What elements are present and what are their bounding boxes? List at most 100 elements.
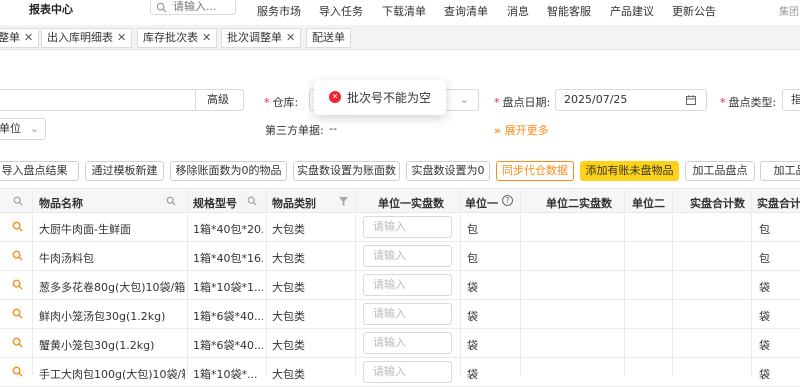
unit1-actual-input[interactable]: 请输入	[363, 361, 452, 383]
col-spec: 规格型号	[193, 197, 237, 210]
date-picker[interactable]: 2025/07/25	[555, 89, 707, 111]
search-icon[interactable]	[13, 196, 23, 206]
item-spec: 1箱*40包*16...	[193, 252, 263, 265]
date-value: 2025/07/25	[564, 93, 628, 106]
search-icon[interactable]	[12, 250, 23, 261]
search-icon[interactable]	[12, 308, 23, 319]
col-actual-total-unit: 实盘合计	[757, 197, 800, 210]
search-icon[interactable]	[247, 196, 257, 206]
unit-select-value: 单位	[0, 122, 21, 135]
tab-label: 整单	[0, 31, 20, 44]
third-party-value: --	[329, 122, 337, 135]
col-actual-total: 实盘合计数	[690, 197, 745, 210]
col-item-name: 物品名称	[39, 197, 83, 210]
top-bar: 报表中心 服务市场 导入任务 下载清单 查询清单 消息 智能客服 产品建议 更新…	[0, 0, 800, 22]
col-category: 物品类别	[272, 197, 316, 210]
item-unit1: 袋	[467, 339, 478, 352]
tab-delivery[interactable]: 配送单	[306, 28, 351, 48]
import-check-result-button[interactable]: 导入盘点结果	[0, 161, 79, 181]
item-total-unit: 袋	[759, 310, 770, 323]
divider	[195, 89, 196, 111]
unit1-actual-input[interactable]: 请输入	[363, 332, 452, 354]
item-name: 蟹黄小笼包30g(1.2kg)	[39, 339, 155, 352]
tab-stock-batch[interactable]: 库存批次表 ✕	[137, 28, 218, 48]
item-unit1: 袋	[467, 310, 478, 323]
tab-inout-detail[interactable]: 出入库明细表 ✕	[41, 28, 133, 48]
search-icon[interactable]	[12, 221, 23, 232]
item-category: 大包类	[272, 339, 305, 352]
filter-icon[interactable]	[339, 197, 348, 206]
item-unit1: 包	[467, 223, 478, 236]
keyword-field[interactable]: 高级	[0, 89, 244, 111]
item-total-unit: 包	[759, 252, 770, 265]
expand-more-link[interactable]: » 展开更多	[494, 122, 549, 138]
table-row[interactable]: 葱多多花卷80g(大包)10袋/箱 1箱*10袋*1... 大包类 请输入 袋 袋	[0, 271, 800, 300]
tab-batch-adjust[interactable]: 批次调整单 ✕	[221, 28, 302, 48]
unit-select[interactable]: 单位 ⌄	[0, 118, 46, 140]
nav-smart-service[interactable]: 智能客服	[547, 3, 591, 19]
nav-download-list[interactable]: 下载清单	[382, 3, 426, 19]
item-category: 大包类	[272, 368, 305, 381]
search-icon[interactable]	[12, 279, 23, 290]
table-row[interactable]: 蟹黄小笼包30g(1.2kg) 1箱*6袋*40... 大包类 请输入 袋 袋	[0, 329, 800, 358]
item-name: 牛肉汤料包	[39, 252, 94, 265]
nav-product-suggestion[interactable]: 产品建议	[610, 3, 654, 19]
item-spec: 1箱*6袋*40...	[193, 339, 263, 352]
unit1-actual-input[interactable]: 请输入	[363, 216, 452, 238]
tab-label: 库存批次表	[143, 31, 198, 44]
processed-goods-button[interactable]: 加工品	[760, 161, 800, 181]
unit1-actual-input[interactable]: 请输入	[363, 303, 452, 325]
close-icon[interactable]: ✕	[286, 31, 295, 44]
close-icon[interactable]: ✕	[24, 31, 33, 44]
col-unit2-actual: 单位二实盘数	[546, 197, 612, 210]
add-unchecked-items-button[interactable]: 添加有账未盘物品	[580, 161, 679, 181]
date-label: * 盘点日期:	[494, 96, 551, 109]
search-icon[interactable]	[166, 196, 176, 206]
item-category: 大包类	[272, 281, 305, 294]
set-actual-to-book-button[interactable]: 实盘数设置为账面数	[293, 161, 400, 181]
table-row[interactable]: 鲜肉小笼汤包30g(1.2kg) 1箱*6袋*40... 大包类 请输入 袋 袋	[0, 300, 800, 329]
help-icon[interactable]: ?	[502, 195, 513, 206]
nav-query-list[interactable]: 查询清单	[444, 3, 488, 19]
close-icon[interactable]: ✕	[202, 31, 211, 44]
sync-warehouse-button[interactable]: 同步代仓数据	[496, 161, 574, 181]
unit1-actual-input[interactable]: 请输入	[363, 274, 452, 296]
double-chevron-down-icon: »	[494, 124, 502, 137]
nav-import-tasks[interactable]: 导入任务	[319, 3, 363, 19]
search-icon[interactable]	[12, 337, 23, 348]
item-total-unit: 袋	[759, 281, 770, 294]
warehouse-label: * 仓库:	[264, 96, 299, 109]
close-icon[interactable]: ✕	[117, 31, 126, 44]
set-actual-to-zero-button[interactable]: 实盘数设置为0	[406, 161, 490, 181]
item-total-unit: 袋	[759, 339, 770, 352]
chevron-down-icon: ⌄	[29, 122, 39, 135]
search-icon[interactable]	[12, 366, 23, 377]
check-type-select[interactable]: 指	[782, 89, 800, 111]
col-unit1: 单位一	[465, 197, 498, 210]
table-row[interactable]: 大厨牛肉面-生鲜面 1箱*40包*20... 大包类 请输入 包 包	[0, 213, 800, 242]
processed-goods-check-button[interactable]: 加工品盘点	[685, 161, 755, 181]
new-from-template-button[interactable]: 通过模板新建	[85, 161, 164, 181]
check-type-value: 指	[791, 93, 800, 106]
global-search[interactable]	[150, 0, 236, 15]
table-row[interactable]: 手工大肉包100g(大包)10袋/箱 1箱*10袋*... 大包类 请输入 袋 袋	[0, 358, 800, 387]
unit1-actual-input[interactable]: 请输入	[363, 245, 452, 267]
chevron-down-icon: ⌄	[459, 93, 469, 106]
item-total-unit: 袋	[759, 368, 770, 381]
nav-service-market[interactable]: 服务市场	[257, 3, 301, 19]
item-unit1: 袋	[467, 368, 478, 381]
item-category: 大包类	[272, 223, 305, 236]
table-header: 物品名称 规格型号 物品类别 单位一实盘数 单位一 ? 单位二实盘数 单位二 实…	[0, 188, 800, 213]
nav-messages[interactable]: 消息	[507, 3, 529, 19]
app-title: 报表中心	[29, 3, 73, 16]
error-icon: ✕	[329, 91, 341, 103]
advanced-button[interactable]: 高级	[207, 90, 229, 110]
search-input[interactable]	[173, 0, 233, 13]
item-spec: 1箱*6袋*40...	[193, 310, 263, 323]
tab-label: 出入库明细表	[47, 31, 113, 44]
tab-partial[interactable]: 整单 ✕	[0, 28, 40, 48]
table-row[interactable]: 牛肉汤料包 1箱*40包*16... 大包类 请输入 包 包	[0, 242, 800, 271]
toast-message: 批次号不能为空	[347, 91, 432, 105]
remove-zero-book-button[interactable]: 移除账面数为0的物品	[170, 161, 287, 181]
nav-update-notice[interactable]: 更新公告	[672, 3, 716, 19]
